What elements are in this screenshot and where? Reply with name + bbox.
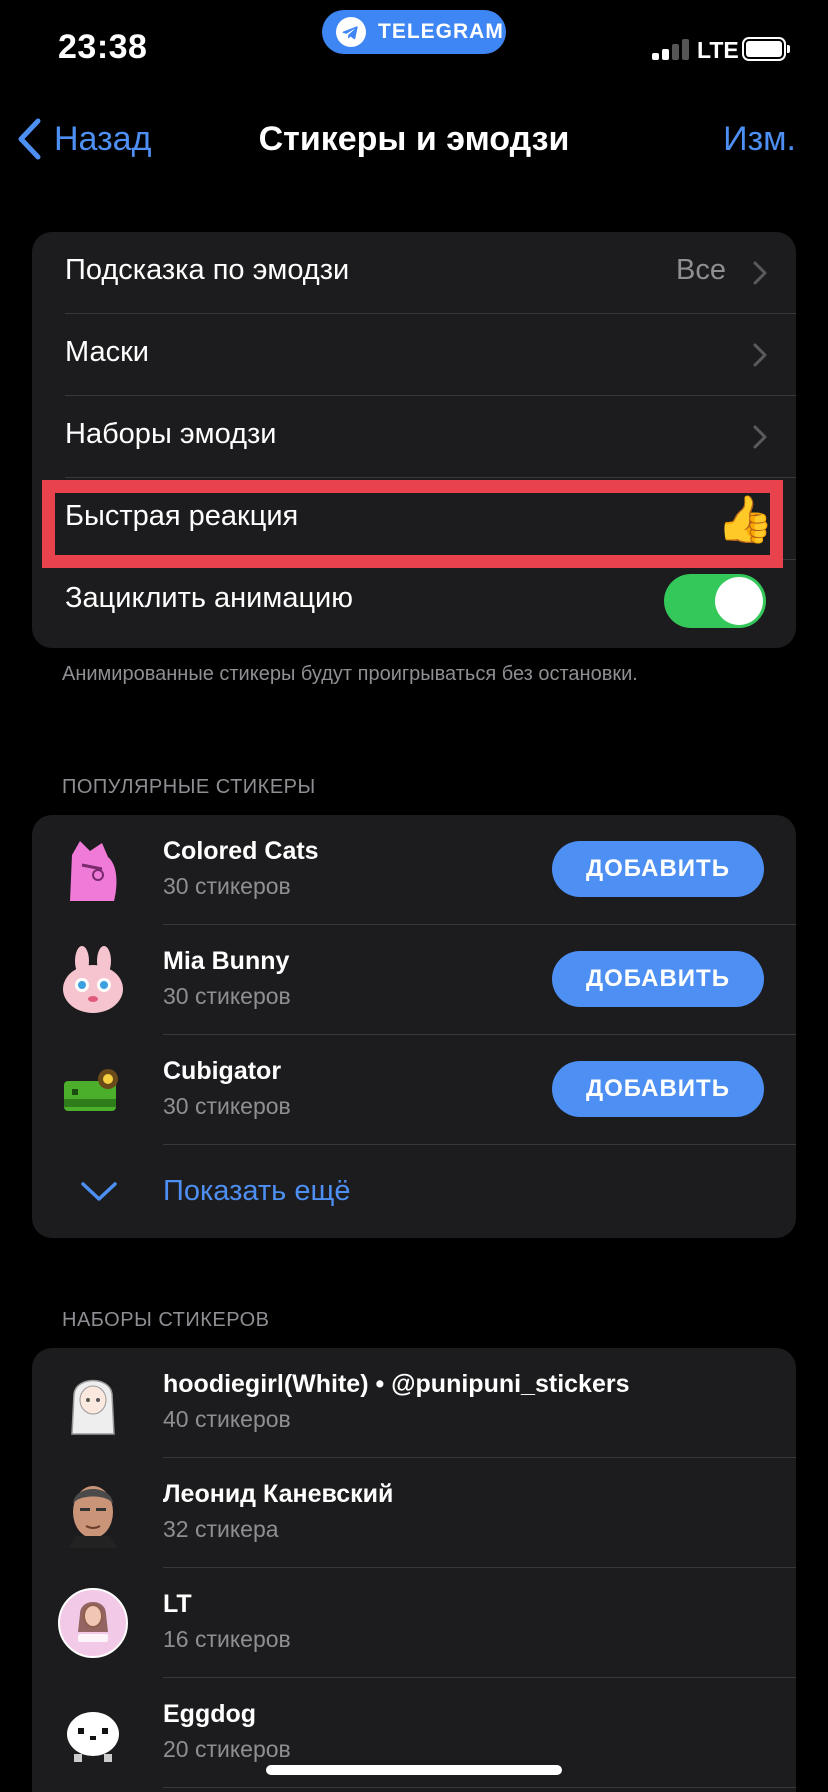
home-indicator[interactable] — [266, 1765, 562, 1775]
status-bar: 23:38 TELEGRAM LTE — [0, 0, 828, 100]
highlight-box — [42, 480, 783, 568]
sticker-set-count: 32 стикера — [163, 1516, 279, 1542]
chevron-right-icon — [753, 261, 767, 285]
show-more-label: Показать ещё — [163, 1175, 351, 1207]
add-button[interactable]: ДОБАВИТЬ — [552, 1061, 764, 1117]
sticker-name: Mia Bunny — [163, 947, 290, 975]
sticker-row[interactable]: Mia Bunny 30 стикеров ДОБАВИТЬ — [32, 925, 796, 1035]
sticker-set-name: Eggdog — [163, 1700, 257, 1728]
sticker-set-count: 16 стикеров — [163, 1626, 291, 1652]
colored-cats-thumbnail — [70, 841, 117, 901]
row-emoji-suggestions[interactable]: Подсказка по эмодзи Все — [32, 232, 796, 314]
cubigator-thumbnail — [64, 1069, 118, 1111]
loop-animation-toggle[interactable] — [664, 574, 766, 628]
battery-icon — [742, 37, 790, 61]
lt-thumbnail — [58, 1588, 128, 1658]
add-button[interactable]: ДОБАВИТЬ — [552, 951, 764, 1007]
sticker-set-name: hoodiegirl(White) • @punipuni_stickers — [163, 1370, 630, 1398]
telegram-icon — [336, 17, 366, 47]
sticker-set-row[interactable]: hoodiegirl(White) • @punipuni_stickers 4… — [32, 1348, 796, 1458]
row-value: Все — [676, 254, 726, 286]
settings-group: Подсказка по эмодзи Все Маски Наборы эмо… — [32, 232, 796, 648]
sticker-count: 30 стикеров — [163, 983, 291, 1009]
row-label: Зациклить анимацию — [65, 582, 354, 614]
row-label: Маски — [65, 336, 149, 368]
section-header-popular: ПОПУЛЯРНЫЕ СТИКЕРЫ — [62, 776, 316, 798]
popular-stickers-group: Colored Cats 30 стикеров ДОБАВИТЬ Mia Bu… — [32, 815, 796, 1238]
loop-footnote: Анимированные стикеры будут проигрыватьс… — [62, 663, 638, 685]
status-time: 23:38 — [58, 28, 148, 66]
sticker-set-name: LT — [163, 1590, 192, 1618]
edit-button[interactable]: Изм. — [723, 120, 796, 159]
section-header-sets: НАБОРЫ СТИКЕРОВ — [62, 1309, 270, 1331]
signal-icon — [652, 38, 692, 60]
mia-bunny-thumbnail — [63, 946, 123, 1013]
sticker-name: Cubigator — [163, 1057, 282, 1085]
sticker-set-row[interactable]: Леонид Каневский 32 стикера — [32, 1458, 796, 1568]
show-more-button[interactable]: Показать ещё — [32, 1145, 796, 1238]
telegram-pill-label: TELEGRAM — [378, 20, 504, 43]
sticker-count: 30 стикеров — [163, 873, 291, 899]
kanevsky-thumbnail — [68, 1486, 118, 1548]
telegram-pill[interactable]: TELEGRAM — [322, 10, 506, 54]
sticker-row[interactable]: Colored Cats 30 стикеров ДОБАВИТЬ — [32, 815, 796, 925]
divider — [163, 1787, 796, 1788]
sticker-set-count: 40 стикеров — [163, 1406, 291, 1432]
navigation-bar: Назад Стикеры и эмодзи Изм. — [0, 100, 828, 180]
network-type: LTE — [697, 37, 739, 63]
sticker-sets-group: hoodiegirl(White) • @punipuni_stickers 4… — [32, 1348, 796, 1792]
row-label: Подсказка по эмодзи — [65, 254, 350, 286]
sticker-count: 30 стикеров — [163, 1093, 291, 1119]
row-label: Наборы эмодзи — [65, 418, 277, 450]
page-title: Стикеры и эмодзи — [258, 120, 570, 158]
chevron-right-icon — [753, 425, 767, 449]
sticker-set-name: Леонид Каневский — [163, 1480, 394, 1508]
toggle-knob — [715, 577, 763, 625]
row-emoji-sets[interactable]: Наборы эмодзи — [32, 396, 796, 478]
chevron-right-icon — [753, 343, 767, 367]
sticker-set-count: 20 стикеров — [163, 1736, 291, 1762]
sticker-set-row[interactable]: LT 16 стикеров — [32, 1568, 796, 1678]
chevron-down-icon — [81, 1182, 117, 1201]
sticker-name: Colored Cats — [163, 837, 319, 865]
row-loop-animation: Зациклить анимацию — [32, 560, 796, 642]
row-masks[interactable]: Маски — [32, 314, 796, 396]
eggdog-thumbnail — [67, 1712, 119, 1762]
sticker-row[interactable]: Cubigator 30 стикеров ДОБАВИТЬ — [32, 1035, 796, 1145]
add-button[interactable]: ДОБАВИТЬ — [552, 841, 764, 897]
hoodiegirl-thumbnail — [71, 1379, 115, 1435]
